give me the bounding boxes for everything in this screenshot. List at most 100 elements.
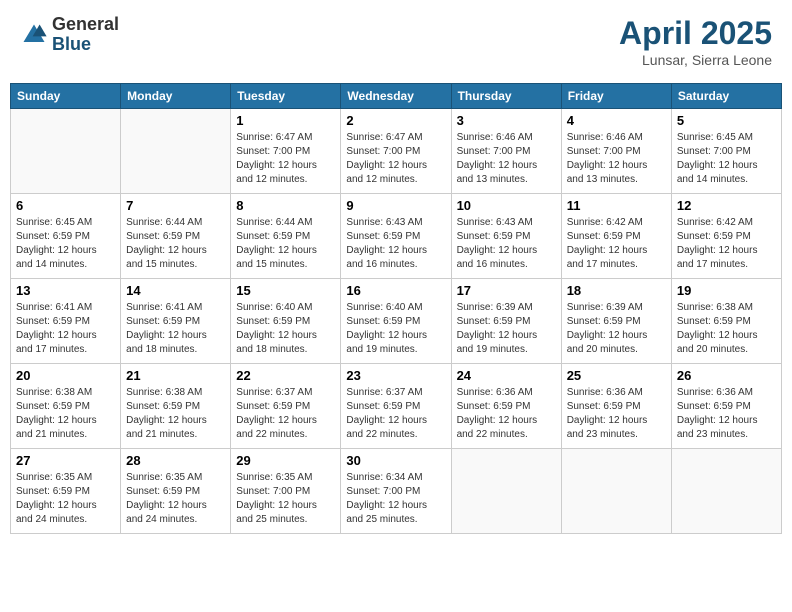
day-number: 15 bbox=[236, 283, 335, 298]
calendar-cell: 10Sunrise: 6:43 AM Sunset: 6:59 PM Dayli… bbox=[451, 194, 561, 279]
day-number: 22 bbox=[236, 368, 335, 383]
day-info: Sunrise: 6:36 AM Sunset: 6:59 PM Dayligh… bbox=[457, 386, 556, 442]
calendar-cell: 29Sunrise: 6:35 AM Sunset: 7:00 PM Dayli… bbox=[231, 449, 341, 534]
day-number: 18 bbox=[567, 283, 666, 298]
day-number: 25 bbox=[567, 368, 666, 383]
calendar-cell: 2 Sunrise: 6:47 AM Sunset: 7:00 PM Daylig… bbox=[341, 109, 451, 194]
day-info: Sunrise: 6:46 AM Sunset: 7:00 PM Dayligh… bbox=[567, 131, 666, 187]
calendar-cell: 26 Sunrise: 6:36 AM Sunset: 6:59 PM Dayli… bbox=[671, 364, 781, 449]
calendar-week-row: 20 Sunrise: 6:38 AM Sunset: 6:59 PM Dayli… bbox=[11, 364, 782, 449]
day-number: 8 bbox=[236, 198, 335, 213]
day-info: Sunrise: 6:35 AM Sunset: 7:00 PM Dayligh… bbox=[236, 471, 335, 527]
day-info: Sunrise: 6:38 AM Sunset: 6:59 PM Dayligh… bbox=[126, 386, 225, 442]
calendar-cell: 13Sunrise: 6:41 AM Sunset: 6:59 PM Dayli… bbox=[11, 279, 121, 364]
day-info: Sunrise: 6:35 AM Sunset: 6:59 PM Dayligh… bbox=[126, 471, 225, 527]
calendar-cell bbox=[11, 109, 121, 194]
logo: General Blue bbox=[20, 15, 119, 55]
day-number: 28 bbox=[126, 453, 225, 468]
calendar-cell bbox=[561, 449, 671, 534]
calendar-cell: 18 Sunrise: 6:39 AM Sunset: 6:59 PM Dayli… bbox=[561, 279, 671, 364]
logo-text: General Blue bbox=[52, 15, 119, 55]
calendar-day-header: Tuesday bbox=[231, 84, 341, 109]
day-number: 2 bbox=[346, 113, 445, 128]
calendar-cell bbox=[451, 449, 561, 534]
logo-general-text: General bbox=[52, 15, 119, 35]
day-number: 11 bbox=[567, 198, 666, 213]
day-info: Sunrise: 6:45 AM Sunset: 7:00 PM Dayligh… bbox=[677, 131, 776, 187]
month-title: April 2025 bbox=[619, 15, 772, 52]
calendar-day-header: Wednesday bbox=[341, 84, 451, 109]
calendar-cell: 25 Sunrise: 6:36 AM Sunset: 6:59 PM Dayli… bbox=[561, 364, 671, 449]
day-info: Sunrise: 6:42 AM Sunset: 6:59 PM Dayligh… bbox=[677, 216, 776, 272]
calendar-cell: 20 Sunrise: 6:38 AM Sunset: 6:59 PM Dayli… bbox=[11, 364, 121, 449]
calendar-cell: 8 Sunrise: 6:44 AM Sunset: 6:59 PM Daylig… bbox=[231, 194, 341, 279]
day-info: Sunrise: 6:38 AM Sunset: 6:59 PM Dayligh… bbox=[16, 386, 115, 442]
day-number: 12 bbox=[677, 198, 776, 213]
day-number: 5 bbox=[677, 113, 776, 128]
calendar-week-row: 13 Sunrise: 6:41 AM Sunset: 6:59 PM Dayli… bbox=[11, 279, 782, 364]
calendar-day-header: Sunday bbox=[11, 84, 121, 109]
day-info: Sunrise: 6:34 AM Sunset: 7:00 PM Dayligh… bbox=[346, 471, 445, 527]
calendar-cell: 16 Sunrise: 6:40 AM Sunset: 6:59 PM Dayli… bbox=[341, 279, 451, 364]
logo-blue-text: Blue bbox=[52, 35, 119, 55]
calendar-day-header: Monday bbox=[121, 84, 231, 109]
day-number: 16 bbox=[346, 283, 445, 298]
calendar-day-header: Friday bbox=[561, 84, 671, 109]
calendar-cell: 24 Sunrise: 6:36 AM Sunset: 6:59 PM Dayli… bbox=[451, 364, 561, 449]
day-number: 9 bbox=[346, 198, 445, 213]
day-info: Sunrise: 6:39 AM Sunset: 6:59 PM Dayligh… bbox=[567, 301, 666, 357]
day-number: 24 bbox=[457, 368, 556, 383]
day-number: 20 bbox=[16, 368, 115, 383]
day-info: Sunrise: 6:42 AM Sunset: 6:59 PM Dayligh… bbox=[567, 216, 666, 272]
calendar-table: SundayMondayTuesdayWednesdayThursdayFrid… bbox=[10, 83, 782, 534]
day-info: Sunrise: 6:41 AM Sunset: 6:59 PM Dayligh… bbox=[126, 301, 225, 357]
day-number: 17 bbox=[457, 283, 556, 298]
calendar-cell: 22 Sunrise: 6:37 AM Sunset: 6:59 PM Dayli… bbox=[231, 364, 341, 449]
day-number: 13 bbox=[16, 283, 115, 298]
calendar-cell bbox=[671, 449, 781, 534]
day-info: Sunrise: 6:36 AM Sunset: 6:59 PM Dayligh… bbox=[677, 386, 776, 442]
calendar-week-row: 1 Sunrise: 6:47 AM Sunset: 7:00 PM Daylig… bbox=[11, 109, 782, 194]
day-number: 26 bbox=[677, 368, 776, 383]
day-number: 4 bbox=[567, 113, 666, 128]
day-info: Sunrise: 6:47 AM Sunset: 7:00 PM Dayligh… bbox=[346, 131, 445, 187]
calendar-cell: 19 Sunrise: 6:38 AM Sunset: 6:59 PM Dayli… bbox=[671, 279, 781, 364]
calendar-cell: 12 Sunrise: 6:42 AM Sunset: 6:59 PM Dayli… bbox=[671, 194, 781, 279]
day-number: 30 bbox=[346, 453, 445, 468]
calendar-cell: 28 Sunrise: 6:35 AM Sunset: 6:59 PM Dayli… bbox=[121, 449, 231, 534]
day-number: 14 bbox=[126, 283, 225, 298]
day-number: 27 bbox=[16, 453, 115, 468]
calendar-cell: 7 Sunrise: 6:44 AM Sunset: 6:59 PM Daylig… bbox=[121, 194, 231, 279]
calendar-cell: 30 Sunrise: 6:34 AM Sunset: 7:00 PM Dayli… bbox=[341, 449, 451, 534]
day-info: Sunrise: 6:35 AM Sunset: 6:59 PM Dayligh… bbox=[16, 471, 115, 527]
day-info: Sunrise: 6:43 AM Sunset: 6:59 PM Dayligh… bbox=[457, 216, 556, 272]
calendar-cell: 4 Sunrise: 6:46 AM Sunset: 7:00 PM Daylig… bbox=[561, 109, 671, 194]
day-number: 6 bbox=[16, 198, 115, 213]
calendar-cell: 1Sunrise: 6:47 AM Sunset: 7:00 PM Daylig… bbox=[231, 109, 341, 194]
page-header: General Blue April 2025 Lunsar, Sierra L… bbox=[10, 10, 782, 73]
calendar-day-header: Saturday bbox=[671, 84, 781, 109]
day-info: Sunrise: 6:40 AM Sunset: 6:59 PM Dayligh… bbox=[346, 301, 445, 357]
calendar-cell: 21 Sunrise: 6:38 AM Sunset: 6:59 PM Dayli… bbox=[121, 364, 231, 449]
calendar-cell: 23Sunrise: 6:37 AM Sunset: 6:59 PM Dayli… bbox=[341, 364, 451, 449]
day-number: 3 bbox=[457, 113, 556, 128]
day-number: 1 bbox=[236, 113, 335, 128]
calendar-cell: 3Sunrise: 6:46 AM Sunset: 7:00 PM Daylig… bbox=[451, 109, 561, 194]
calendar-cell bbox=[121, 109, 231, 194]
day-info: Sunrise: 6:44 AM Sunset: 6:59 PM Dayligh… bbox=[236, 216, 335, 272]
title-section: April 2025 Lunsar, Sierra Leone bbox=[619, 15, 772, 68]
day-info: Sunrise: 6:39 AM Sunset: 6:59 PM Dayligh… bbox=[457, 301, 556, 357]
day-info: Sunrise: 6:36 AM Sunset: 6:59 PM Dayligh… bbox=[567, 386, 666, 442]
calendar-cell: 17 Sunrise: 6:39 AM Sunset: 6:59 PM Dayli… bbox=[451, 279, 561, 364]
calendar-cell: 14 Sunrise: 6:41 AM Sunset: 6:59 PM Dayli… bbox=[121, 279, 231, 364]
day-number: 7 bbox=[126, 198, 225, 213]
day-info: Sunrise: 6:38 AM Sunset: 6:59 PM Dayligh… bbox=[677, 301, 776, 357]
calendar-cell: 9 Sunrise: 6:43 AM Sunset: 6:59 PM Daylig… bbox=[341, 194, 451, 279]
day-info: Sunrise: 6:37 AM Sunset: 6:59 PM Dayligh… bbox=[236, 386, 335, 442]
day-number: 19 bbox=[677, 283, 776, 298]
day-info: Sunrise: 6:45 AM Sunset: 6:59 PM Dayligh… bbox=[16, 216, 115, 272]
day-number: 21 bbox=[126, 368, 225, 383]
day-info: Sunrise: 6:43 AM Sunset: 6:59 PM Dayligh… bbox=[346, 216, 445, 272]
day-info: Sunrise: 6:44 AM Sunset: 6:59 PM Dayligh… bbox=[126, 216, 225, 272]
calendar-week-row: 6 Sunrise: 6:45 AM Sunset: 6:59 PM Daylig… bbox=[11, 194, 782, 279]
